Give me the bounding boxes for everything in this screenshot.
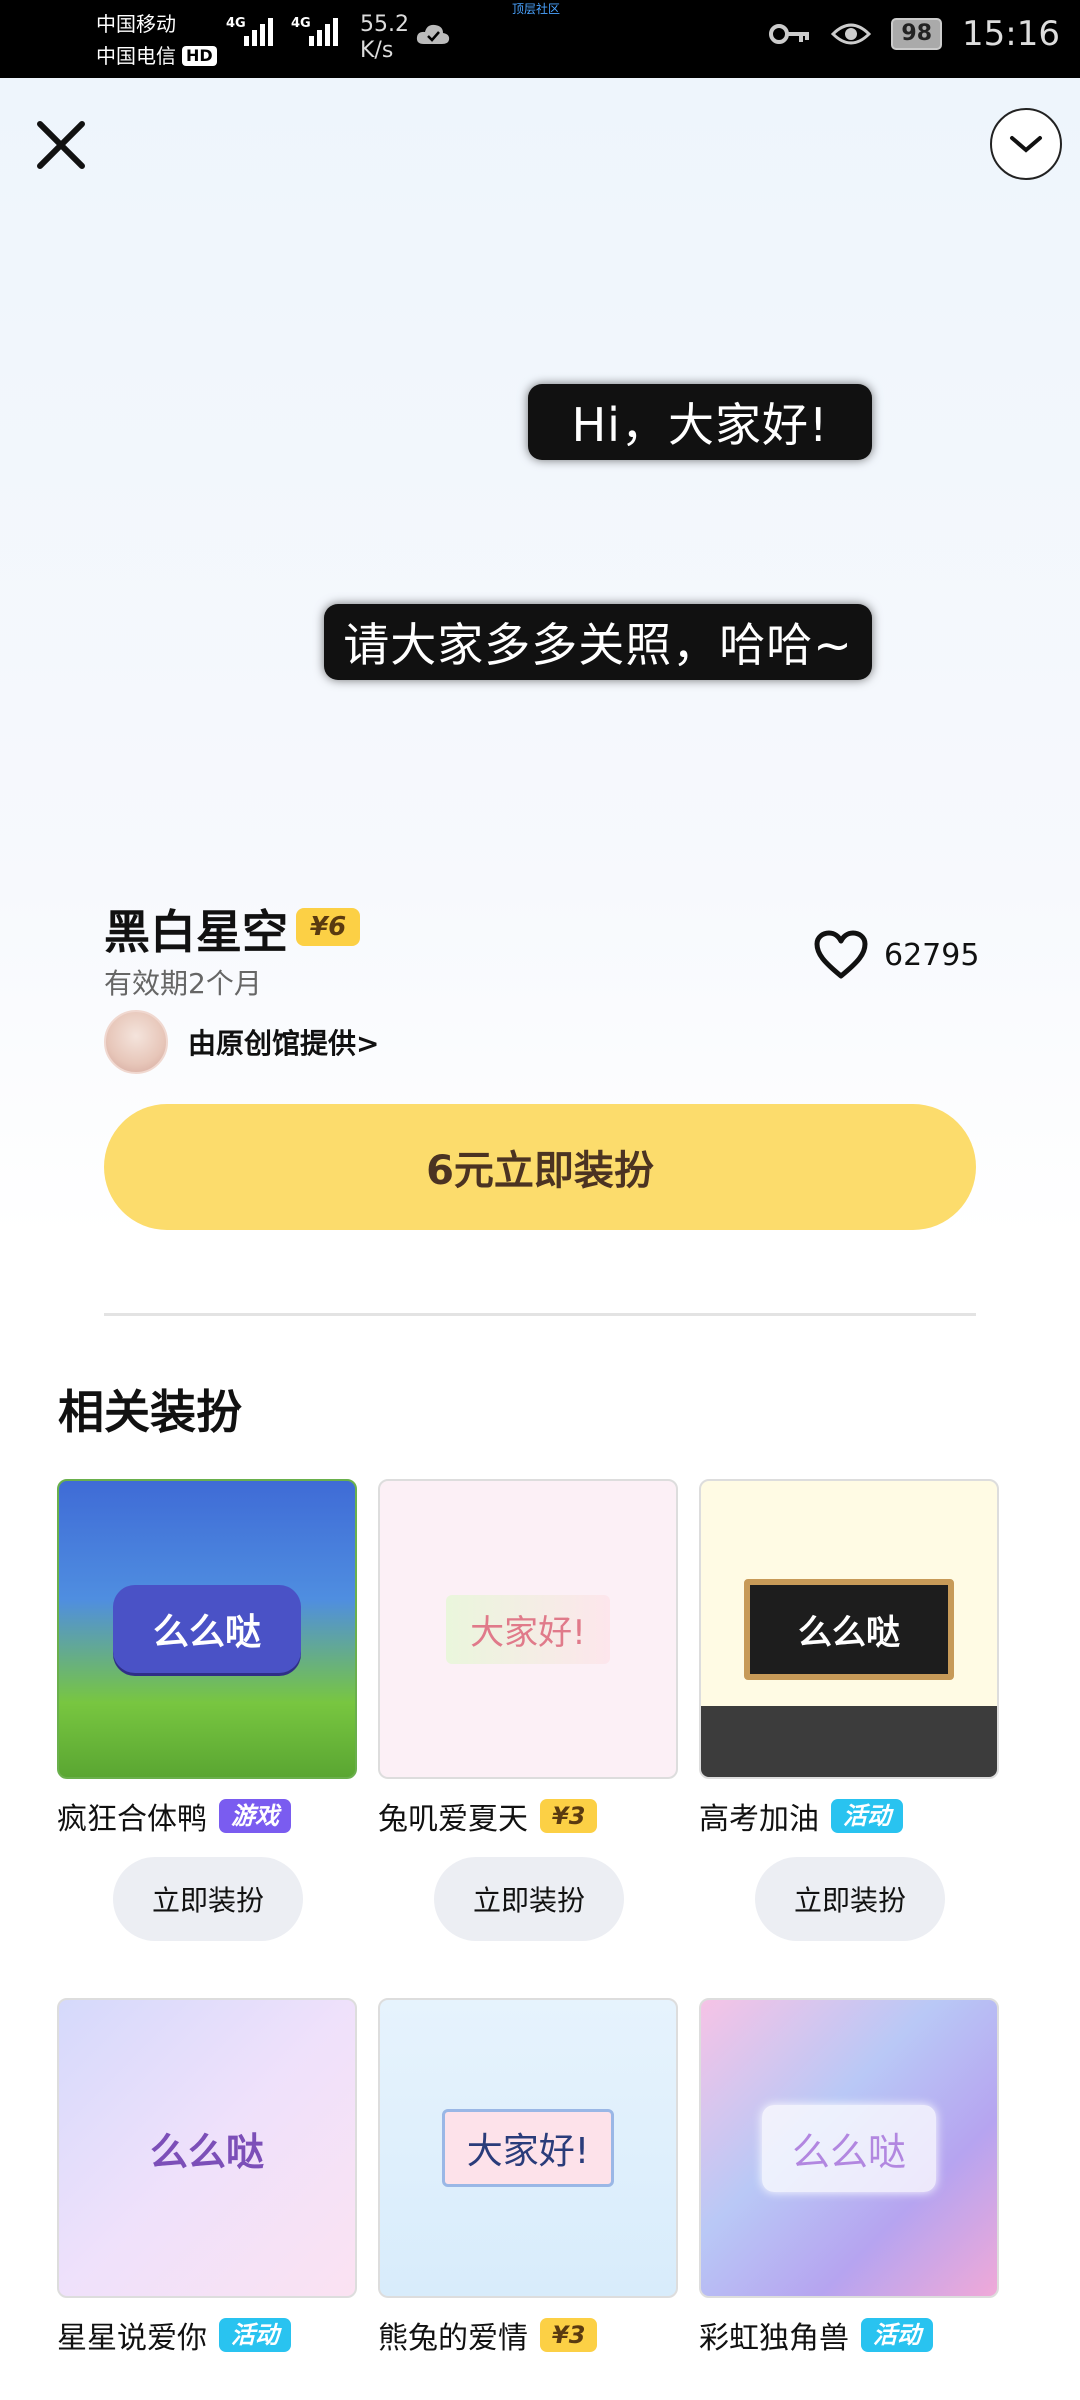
related-thumb[interactable]: 么么哒 bbox=[57, 1479, 357, 1779]
heart-icon bbox=[814, 930, 868, 979]
tag-badge: 游戏 bbox=[219, 1799, 291, 1833]
preview-text: 么么哒 bbox=[761, 2104, 936, 2192]
signal-icons: 4G 4G bbox=[226, 16, 338, 46]
related-card: 么么哒 疯狂合体鸭 游戏 立即装扮 bbox=[57, 1479, 357, 1941]
like-button[interactable]: 62795 bbox=[814, 930, 979, 980]
related-name: 高考加油 bbox=[699, 1802, 819, 1837]
status-right: 98 15:16 bbox=[769, 14, 1060, 54]
tag-badge: 活动 bbox=[831, 1799, 903, 1833]
status-bar: 中国移动 中国电信 HD 4G 4G 55.2 K/s 顶层社区 98 15:1… bbox=[0, 0, 1080, 78]
related-section-title: 相关装扮 bbox=[58, 1385, 242, 1439]
tag-badge: 活动 bbox=[219, 2318, 291, 2352]
signal-1-icon: 4G bbox=[226, 16, 273, 46]
related-thumb[interactable]: 么么哒 bbox=[699, 1479, 999, 1779]
apply-button[interactable]: 立即装扮 bbox=[755, 1857, 945, 1941]
signal-2-icon: 4G bbox=[291, 16, 338, 46]
preview-bubble-2: 请大家多多关照，哈哈~ bbox=[324, 604, 872, 680]
related-name: 熊兔的爱情 bbox=[378, 2321, 528, 2356]
key-icon bbox=[769, 24, 810, 44]
cloud-icon bbox=[416, 24, 450, 44]
tag-badge: ¥3 bbox=[540, 2318, 598, 2352]
apply-button[interactable]: 立即装扮 bbox=[113, 1857, 303, 1941]
tag-badge: ¥3 bbox=[540, 1799, 598, 1833]
related-card: 么么哒 高考加油 活动 立即装扮 bbox=[699, 1479, 999, 1941]
close-icon[interactable] bbox=[28, 112, 94, 178]
collapse-button[interactable] bbox=[990, 108, 1062, 180]
apply-now-button[interactable]: 6元立即装扮 bbox=[104, 1104, 976, 1230]
provider-text: 由原创馆提供> bbox=[188, 1027, 380, 1060]
preview-bubble-1: Hi，大家好! bbox=[528, 384, 872, 460]
carrier-2-row: 中国电信 HD bbox=[96, 40, 217, 72]
preview-text: 大家好! bbox=[446, 1594, 610, 1664]
preview-text: 么么哒 bbox=[112, 1585, 301, 1673]
related-thumb[interactable]: 大家好! bbox=[378, 1998, 678, 2298]
apply-button[interactable]: 立即装扮 bbox=[434, 1857, 624, 1941]
preview-text: 么么哒 bbox=[744, 1578, 954, 1680]
related-name: 疯狂合体鸭 bbox=[57, 1802, 207, 1837]
price-badge: ¥6 bbox=[296, 908, 361, 946]
carrier-info: 中国移动 中国电信 HD bbox=[96, 8, 217, 72]
related-card: 么么哒 彩虹独角兽 活动 bbox=[699, 1998, 999, 2356]
validity-text: 有效期2个月 bbox=[104, 967, 262, 1000]
related-name: 星星说爱你 bbox=[57, 2321, 207, 2356]
like-count: 62795 bbox=[884, 937, 980, 973]
carrier-1: 中国移动 bbox=[96, 12, 176, 36]
related-card: 大家好! 熊兔的爱情 ¥3 bbox=[378, 1998, 678, 2356]
preview-text: 大家好! bbox=[441, 2109, 615, 2187]
eye-icon bbox=[831, 23, 872, 45]
related-name: 彩虹独角兽 bbox=[699, 2321, 849, 2356]
divider bbox=[104, 1313, 976, 1316]
clock: 15:16 bbox=[962, 14, 1060, 54]
related-card: 么么哒 星星说爱你 活动 bbox=[57, 1998, 357, 2356]
carrier-2: 中国电信 bbox=[96, 44, 176, 68]
related-name: 兔叽爱夏天 bbox=[378, 1802, 528, 1837]
preview-text: 么么哒 bbox=[149, 2129, 264, 2174]
related-thumb[interactable]: 大家好! bbox=[378, 1479, 678, 1779]
hd-badge: HD bbox=[182, 46, 217, 66]
related-card: 大家好! 兔叽爱夏天 ¥3 立即装扮 bbox=[378, 1479, 678, 1941]
top-link-text: 顶层社区 bbox=[512, 2, 561, 16]
provider-link[interactable]: 由原创馆提供> bbox=[104, 1010, 379, 1074]
related-thumb[interactable]: 么么哒 bbox=[699, 1998, 999, 2298]
tag-badge: 活动 bbox=[861, 2318, 933, 2352]
network-speed: 55.2 K/s bbox=[360, 12, 409, 63]
provider-avatar bbox=[104, 1010, 168, 1074]
chevron-down-icon bbox=[1010, 136, 1042, 153]
related-thumb[interactable]: 么么哒 bbox=[57, 1998, 357, 2298]
battery-indicator: 98 bbox=[891, 18, 943, 50]
item-title: 黑白星空 bbox=[104, 905, 288, 959]
